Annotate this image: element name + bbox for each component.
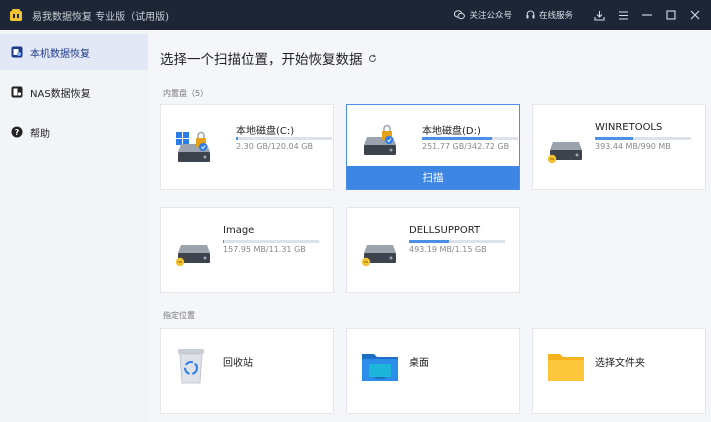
service-icon: [526, 10, 535, 19]
drive-icon: [175, 245, 210, 267]
location-card-desktop[interactable]: 桌面: [346, 328, 520, 414]
online-service-label: 在线服务: [538, 11, 573, 21]
drive-usage-bar: [236, 137, 332, 140]
drive-size: 157.95 MB/11.31 GB: [223, 245, 306, 254]
title-bar: 易我数据恢复 专业版（试用版) 关注公众号 在线服务: [0, 0, 711, 30]
drive-card-winretools[interactable]: WINRETOOLS 393.44 MB/990 MB: [532, 104, 706, 190]
sidebar-item-label: NAS数据恢复: [30, 88, 91, 100]
drive-usage-bar: [422, 137, 518, 140]
local-recovery-icon: [11, 46, 23, 58]
sidebar-item-help[interactable]: ? 帮助: [0, 114, 148, 150]
drive-icon: [547, 142, 582, 164]
app-logo-icon: [10, 9, 22, 21]
follow-account-link[interactable]: 关注公众号: [454, 9, 512, 21]
maximize-button[interactable]: [659, 0, 683, 30]
minimize-button[interactable]: [635, 0, 659, 30]
windows-drive-icon: [176, 131, 210, 162]
close-button[interactable]: [683, 0, 707, 30]
folder-icon: [548, 354, 584, 381]
drive-name: WINRETOOLS: [595, 122, 663, 133]
app-title: 易我数据恢复 专业版（试用版): [32, 11, 170, 23]
refresh-icon[interactable]: [368, 54, 377, 63]
locations-section-label: 指定位置: [163, 311, 195, 320]
maximize-icon: [666, 10, 676, 20]
follow-account-label: 关注公众号: [469, 11, 512, 21]
drives-section-label: 内置盘（5）: [163, 89, 209, 98]
menu-button[interactable]: [611, 0, 635, 30]
location-card-choose-folder[interactable]: 选择文件夹: [532, 328, 706, 414]
page-title: 选择一个扫描位置，开始恢复数据: [160, 48, 377, 68]
svg-text:?: ?: [15, 128, 20, 137]
drive-size: 2.30 GB/120.04 GB: [236, 142, 313, 151]
online-service-link[interactable]: 在线服务: [526, 9, 573, 21]
main-panel: 选择一个扫描位置，开始恢复数据 内置盘（5） 本地磁盘(C:) 2.30 GB/…: [148, 30, 711, 422]
help-icon: ?: [11, 126, 23, 138]
sidebar: 本机数据恢复 NAS数据恢复 ? 帮助: [0, 30, 148, 422]
sidebar-item-nas-recovery[interactable]: NAS数据恢复: [0, 74, 148, 110]
close-icon: [690, 10, 700, 20]
drive-name: Image: [223, 225, 255, 236]
drive-card-d[interactable]: 本地磁盘(D:) 251.77 GB/342.72 GB 扫描: [346, 104, 520, 190]
download-button[interactable]: [587, 0, 611, 30]
minimize-icon: [642, 14, 652, 16]
drive-usage-bar: [595, 137, 691, 140]
location-name: 选择文件夹: [595, 358, 645, 369]
drive-card-c[interactable]: 本地磁盘(C:) 2.30 GB/120.04 GB: [160, 104, 334, 190]
location-card-recycle-bin[interactable]: 回收站: [160, 328, 334, 414]
drive-name: DELLSUPPORT: [409, 225, 481, 236]
sidebar-item-local-recovery[interactable]: 本机数据恢复: [0, 34, 148, 70]
drive-size: 251.77 GB/342.72 GB: [422, 142, 510, 151]
drive-card-dellsupport[interactable]: DELLSUPPORT 493.19 MB/1.15 GB: [346, 207, 520, 293]
locked-drive-icon: [364, 125, 396, 155]
drive-name: 本地磁盘(D:): [422, 126, 481, 137]
drive-size: 393.44 MB/990 MB: [595, 142, 671, 151]
drive-usage-bar: [409, 240, 505, 243]
drive-name: 本地磁盘(C:): [236, 126, 295, 137]
drive-card-image[interactable]: Image 157.95 MB/11.31 GB: [160, 207, 334, 293]
desktop-folder-icon: [362, 354, 398, 381]
scan-button[interactable]: 扫描: [347, 166, 519, 189]
sidebar-item-label: 本机数据恢复: [30, 48, 90, 60]
sidebar-item-label: 帮助: [30, 128, 50, 140]
menu-icon: [618, 10, 628, 20]
drive-usage-bar: [223, 240, 319, 243]
drive-icon: [361, 245, 396, 267]
nas-recovery-icon: [11, 86, 23, 98]
location-name: 回收站: [223, 358, 253, 369]
download-icon: [593, 10, 605, 21]
recycle-bin-icon: [178, 349, 204, 384]
location-name: 桌面: [409, 358, 429, 369]
wechat-icon: [454, 10, 466, 20]
drive-size: 493.19 MB/1.15 GB: [409, 245, 487, 254]
